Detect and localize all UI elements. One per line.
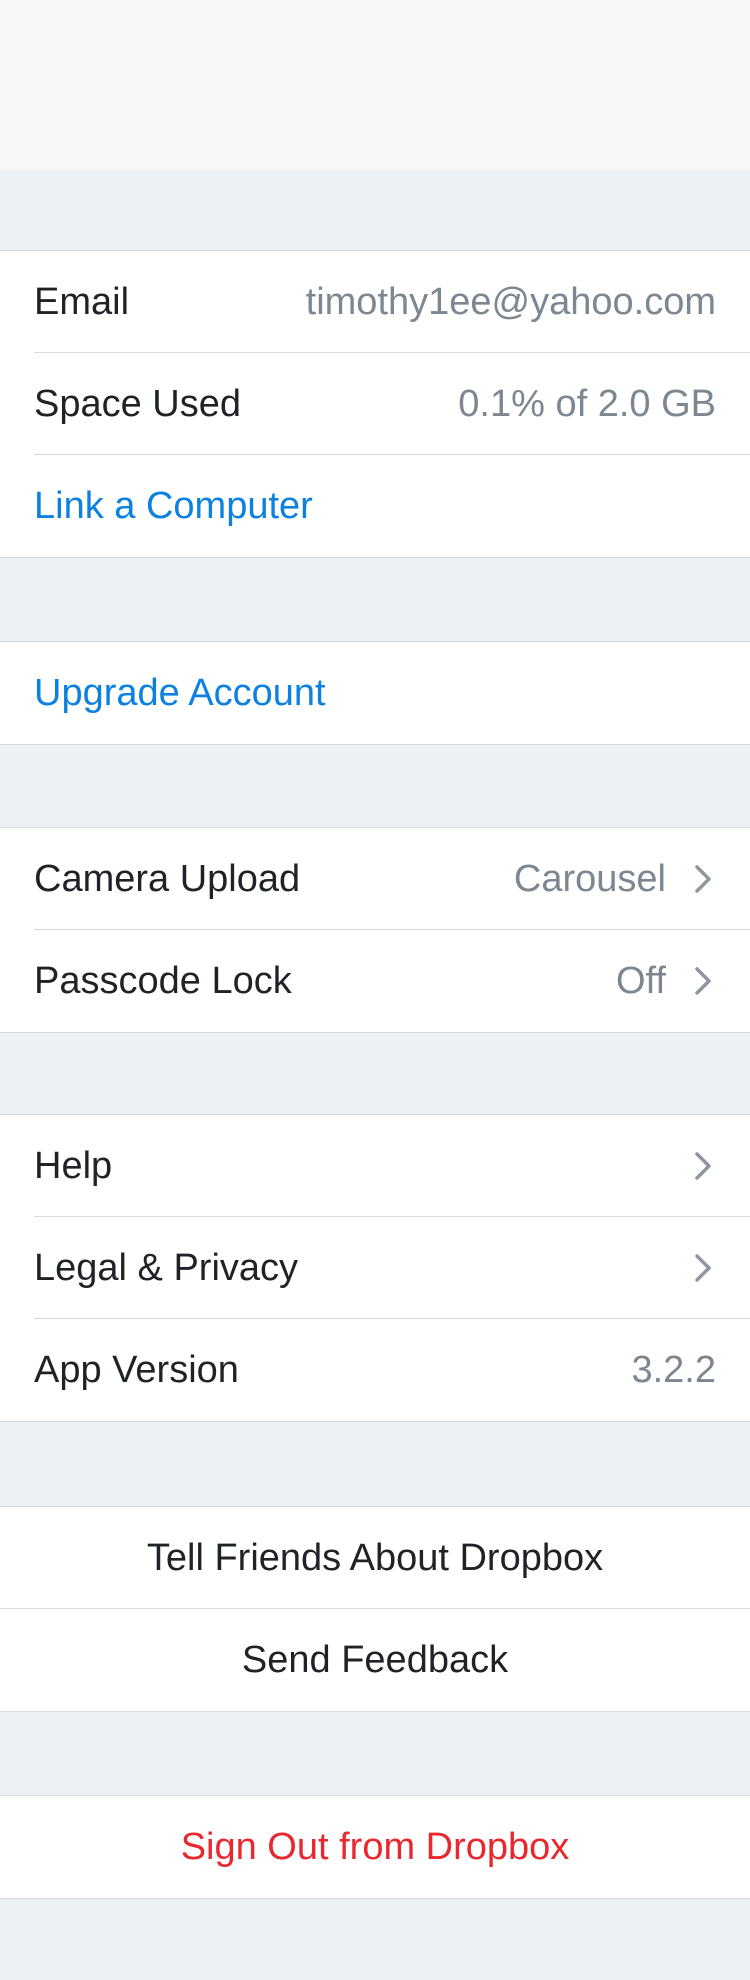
- app-version-value: 3.2.2: [631, 1348, 716, 1391]
- legal-privacy-label: Legal & Privacy: [34, 1246, 299, 1289]
- email-row: Email timothy1ee@yahoo.com: [0, 251, 750, 353]
- chevron-right-icon: [690, 963, 716, 999]
- chevron-right-icon: [690, 861, 716, 897]
- link-computer-label: Link a Computer: [34, 484, 313, 527]
- send-feedback-button[interactable]: Send Feedback: [0, 1609, 750, 1711]
- chevron-right-icon: [690, 1148, 716, 1184]
- passcode-lock-value: Off: [616, 959, 666, 1002]
- upgrade-account-label: Upgrade Account: [34, 671, 326, 714]
- share-section: Tell Friends About Dropbox Send Feedback: [0, 1506, 750, 1712]
- chevron-right-icon: [690, 1250, 716, 1286]
- camera-upload-row[interactable]: Camera Upload Carousel: [0, 828, 750, 930]
- settings-section: Camera Upload Carousel Passcode Lock Off: [0, 827, 750, 1033]
- email-label: Email: [34, 280, 130, 323]
- legal-privacy-row[interactable]: Legal & Privacy: [0, 1217, 750, 1319]
- link-computer-button[interactable]: Link a Computer: [0, 455, 750, 557]
- navigation-bar: [0, 0, 750, 170]
- space-used-label: Space Used: [34, 382, 242, 425]
- account-section: Email timothy1ee@yahoo.com Space Used 0.…: [0, 250, 750, 558]
- help-row[interactable]: Help: [0, 1115, 750, 1217]
- app-version-label: App Version: [34, 1348, 239, 1391]
- tell-friends-button[interactable]: Tell Friends About Dropbox: [0, 1507, 750, 1609]
- help-label: Help: [34, 1144, 113, 1187]
- passcode-lock-label: Passcode Lock: [34, 959, 292, 1002]
- info-section: Help Legal & Privacy App Version 3.2.2: [0, 1114, 750, 1422]
- app-version-row: App Version 3.2.2: [0, 1319, 750, 1421]
- space-used-row: Space Used 0.1% of 2.0 GB: [0, 353, 750, 455]
- upgrade-account-button[interactable]: Upgrade Account: [0, 642, 750, 744]
- signout-section: Sign Out from Dropbox: [0, 1795, 750, 1899]
- camera-upload-label: Camera Upload: [34, 857, 301, 900]
- camera-upload-value: Carousel: [513, 857, 666, 900]
- sign-out-button[interactable]: Sign Out from Dropbox: [0, 1796, 750, 1898]
- passcode-lock-row[interactable]: Passcode Lock Off: [0, 930, 750, 1032]
- space-used-value: 0.1% of 2.0 GB: [458, 382, 716, 425]
- email-value: timothy1ee@yahoo.com: [305, 280, 716, 323]
- sign-out-label: Sign Out from Dropbox: [180, 1825, 570, 1868]
- upgrade-section: Upgrade Account: [0, 641, 750, 745]
- send-feedback-label: Send Feedback: [241, 1638, 509, 1681]
- tell-friends-label: Tell Friends About Dropbox: [146, 1536, 604, 1579]
